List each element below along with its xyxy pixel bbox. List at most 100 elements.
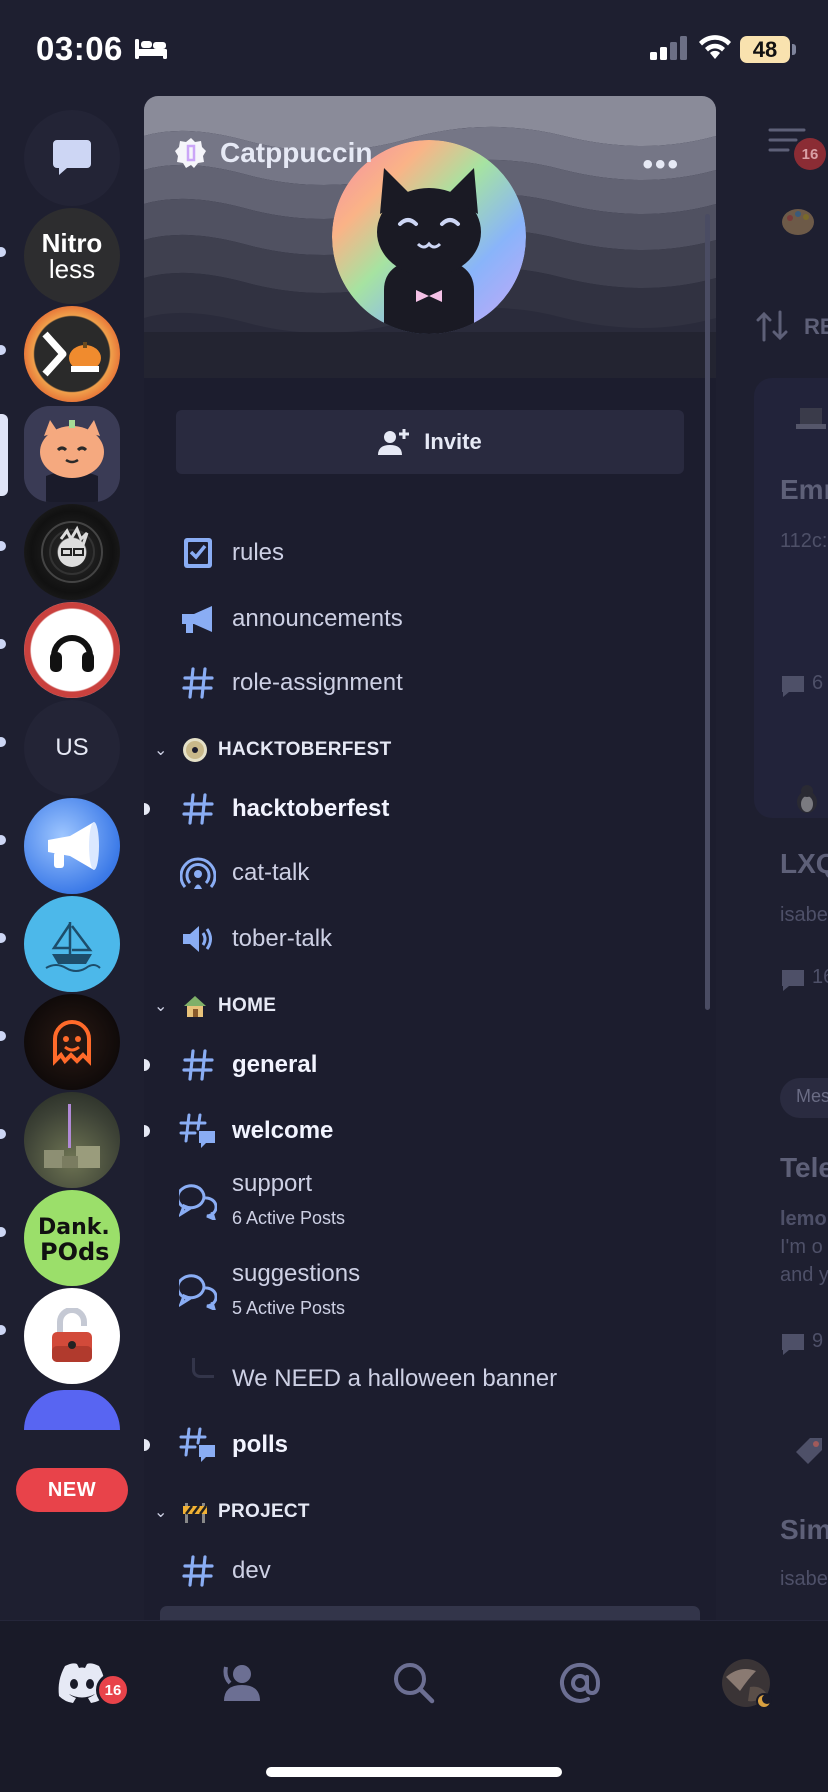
server-ghost[interactable] (24, 994, 120, 1090)
palette-icon (782, 209, 814, 235)
server-us[interactable]: US (24, 700, 120, 796)
wifi-icon (699, 35, 731, 59)
nav-mentions[interactable] (550, 1653, 610, 1713)
invite-button[interactable]: Invite (176, 410, 684, 474)
channel-name: general (232, 1051, 318, 1078)
server-nitroless[interactable]: Nitro less (24, 208, 120, 304)
castle-scene-icon (44, 1104, 100, 1168)
category-project[interactable]: ⌄ PROJECT (154, 1494, 310, 1530)
sort-icon[interactable] (756, 310, 790, 342)
server-ship[interactable] (24, 896, 120, 992)
home-indicator[interactable] (266, 1767, 562, 1777)
announcement-icon (178, 599, 218, 639)
server-megaphone[interactable] (24, 798, 120, 894)
server-more-button[interactable]: ••• (642, 148, 680, 182)
nav-profile[interactable] (716, 1653, 776, 1713)
notification-badge: 16 (96, 1673, 130, 1707)
channel-name: support (232, 1170, 313, 1197)
channel-unread-dot (144, 1439, 150, 1451)
us-server-label: US (55, 734, 89, 761)
channel-welcome[interactable]: welcome (144, 1102, 716, 1160)
headphones-icon (50, 635, 94, 672)
server-headphones[interactable] (24, 602, 120, 698)
server-plex-halloween[interactable] (24, 306, 120, 402)
user-avatar (722, 1659, 772, 1709)
channel-support[interactable]: support 6 Active Posts (144, 1164, 716, 1240)
nav-friends[interactable] (216, 1653, 276, 1713)
active-posts-count: 5 Active Posts (232, 1298, 346, 1318)
server-lock[interactable] (24, 1288, 120, 1384)
channel-cat-talk[interactable]: cat-talk (144, 844, 716, 902)
channel-tober-talk[interactable]: tober-talk (144, 910, 716, 968)
plex-pumpkin-icon (42, 331, 101, 377)
server-record[interactable] (24, 504, 120, 600)
direct-messages-button[interactable] (24, 110, 120, 206)
category-hacktoberfest[interactable]: ⌄ HACKTOBERFEST (154, 732, 392, 768)
cell-signal-icon (650, 36, 687, 60)
panel-bottom-bar (160, 1606, 700, 1620)
chevron-down-icon: ⌄ (154, 998, 168, 1015)
chevron-down-icon: ⌄ (154, 1504, 168, 1521)
server-unread-dot (0, 541, 6, 551)
channel-name: rules (232, 539, 285, 566)
server-banner: Catppuccin ••• (144, 96, 716, 378)
post-author: isabe (780, 1568, 828, 1590)
server-dank-pods[interactable]: Dank. POds (24, 1190, 120, 1286)
nav-search[interactable] (384, 1653, 444, 1713)
channel-unread-dot (144, 1059, 150, 1071)
new-unreads-badge[interactable]: NEW (16, 1468, 128, 1512)
server-unread-dot (0, 247, 6, 257)
hash-icon (178, 789, 218, 829)
category-home[interactable]: ⌄ HOME (154, 988, 276, 1024)
comment-icon (782, 676, 804, 697)
nitroless-label-2: less (48, 254, 96, 284)
tag-label: Mes (796, 1086, 828, 1106)
channel-dev[interactable]: dev (144, 1542, 716, 1600)
server-unread-dot (0, 345, 6, 355)
hash-threads-icon (178, 1425, 218, 1465)
comment-icon (782, 970, 804, 991)
server-catppuccin[interactable] (24, 406, 120, 502)
post-title: Tele (780, 1152, 828, 1183)
server-unread-dot (0, 1227, 6, 1237)
channel-name: hacktoberfest (232, 795, 390, 822)
catppuccin-pumpkin-cat-icon (24, 406, 120, 502)
chevron-down-icon: ⌄ (154, 742, 168, 759)
comment-count: 16 (812, 966, 828, 988)
search-icon (394, 1663, 435, 1704)
selected-server-indicator (0, 414, 8, 496)
channel-announcements[interactable]: announcements (144, 590, 716, 648)
forum-post-card[interactable] (754, 378, 828, 818)
server-rail: Nitro less US Dank. POds NEW (0, 96, 142, 1620)
channel-rules[interactable]: rules (144, 524, 716, 582)
channel-unread-dot (144, 803, 150, 815)
channel-name: role-assignment (232, 669, 403, 696)
channel-hacktoberfest[interactable]: hacktoberfest (144, 780, 716, 838)
channel-name: polls (232, 1431, 289, 1458)
post-snippet: I'm o (780, 1236, 823, 1258)
stage-icon (178, 853, 218, 893)
channel-suggestions[interactable]: suggestions 5 Active Posts (144, 1254, 716, 1330)
channel-polls[interactable]: polls (144, 1416, 716, 1474)
cd-emoji-icon (183, 738, 207, 762)
add-user-icon (378, 429, 410, 455)
svg-text:Dank.: Dank. (38, 1215, 110, 1240)
server-name-row[interactable]: Catppuccin (174, 136, 372, 170)
construction-emoji-icon (183, 1503, 207, 1523)
thread-halloween-banner[interactable]: We NEED a halloween banner (144, 1350, 716, 1408)
server-unread-dot (0, 835, 6, 845)
channel-name: dev (232, 1557, 271, 1584)
channel-role-assignment[interactable]: role-assignment (144, 654, 716, 712)
mention-icon (560, 1662, 601, 1703)
server-title: Catppuccin (220, 137, 373, 168)
server-castle[interactable] (24, 1092, 120, 1188)
comment-icon (782, 1334, 804, 1355)
channel-general[interactable]: general (144, 1036, 716, 1094)
battery-indicator: 48 (740, 36, 790, 63)
server-partial[interactable] (24, 1390, 120, 1430)
dank-pods-logo: Dank. POds (38, 1215, 110, 1266)
channel-name: announcements (232, 605, 403, 632)
megaphone-icon (48, 822, 99, 870)
category-name: HACKTOBERFEST (218, 739, 392, 760)
post-snippet: 112c: (780, 530, 828, 552)
